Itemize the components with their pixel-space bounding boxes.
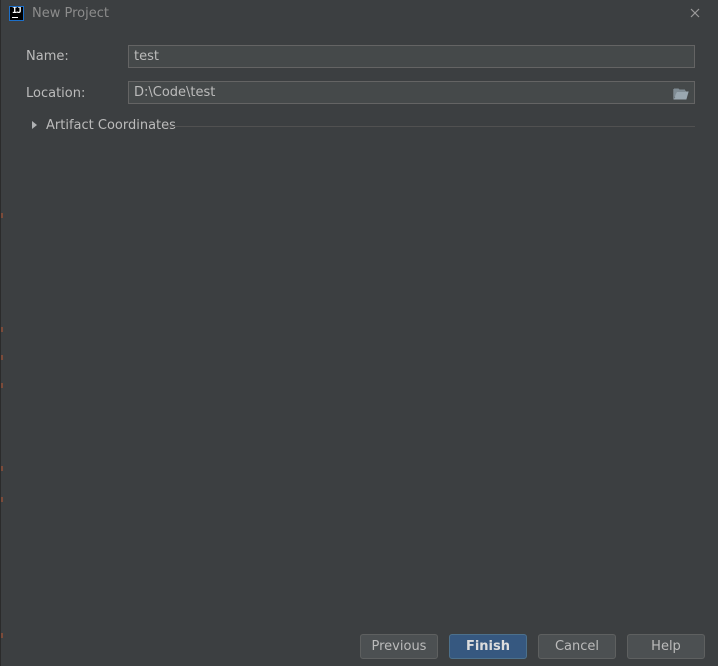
intellij-app-icon: IJ bbox=[9, 6, 24, 21]
location-input-value: D:\Code\test bbox=[134, 85, 216, 100]
name-label: Name: bbox=[26, 49, 69, 64]
expand-arrow-icon[interactable] bbox=[32, 121, 37, 129]
help-button[interactable]: Help bbox=[627, 634, 705, 659]
location-input[interactable]: D:\Code\test bbox=[128, 81, 695, 104]
finish-button[interactable]: Finish bbox=[449, 634, 527, 659]
title-bar[interactable]: IJ New Project bbox=[1, 0, 718, 28]
app-icon-text: IJ bbox=[12, 6, 22, 16]
section-divider bbox=[168, 126, 695, 127]
window-title: New Project bbox=[32, 6, 109, 21]
close-icon[interactable] bbox=[687, 5, 703, 21]
name-input-value: test bbox=[134, 49, 159, 64]
artifact-coordinates-section[interactable]: Artifact Coordinates bbox=[29, 117, 695, 135]
location-label: Location: bbox=[26, 86, 86, 101]
cancel-button[interactable]: Cancel bbox=[538, 634, 616, 659]
artifact-coordinates-label[interactable]: Artifact Coordinates bbox=[46, 117, 176, 134]
folder-open-icon[interactable] bbox=[673, 86, 689, 100]
new-project-dialog: IJ New Project Name: test Location: D:\C… bbox=[0, 0, 718, 666]
previous-button[interactable]: Previous bbox=[360, 634, 438, 659]
name-input[interactable]: test bbox=[128, 45, 695, 68]
